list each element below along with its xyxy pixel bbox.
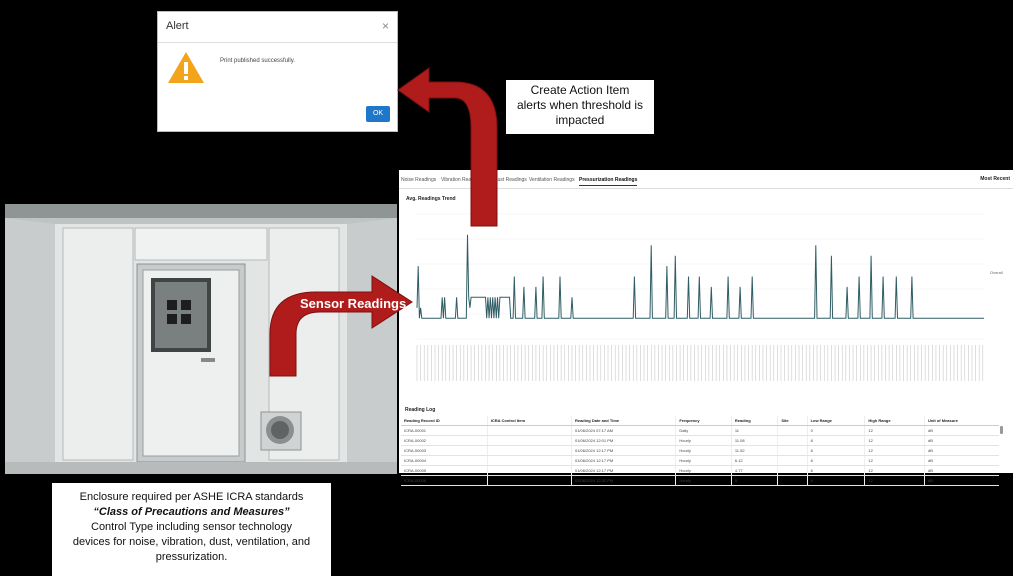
sensor-arrow — [269, 275, 413, 377]
table-cell: 01/06/2024 12:17 PM — [570, 445, 676, 456]
callout-action-items: Create Action Item alerts when threshold… — [506, 80, 654, 134]
table-header-row: Reading Record ID ICRA Control Item Readin… — [401, 416, 999, 426]
table-cell: 01/06/2024 12:17 PM — [570, 455, 676, 466]
table-row[interactable]: ICRA-00002 01/06/2024 12:01 PM Hourly 11.08… — [401, 435, 999, 446]
up-arrow — [397, 67, 498, 227]
table-cell — [486, 445, 572, 456]
table-cell: 6 — [806, 475, 865, 486]
alert-title: Alert — [166, 20, 189, 32]
table-cell — [486, 435, 572, 446]
table-cell: dB — [923, 435, 999, 446]
table-row[interactable]: ICRA-00003 01/06/2024 12:17 PM Hourly 11.52… — [401, 445, 999, 456]
table-cell: dB — [923, 425, 999, 436]
table-cell: 11.08 — [730, 435, 778, 446]
callout-line: “Class of Precautions and Measures” — [93, 506, 290, 518]
table-cell — [486, 475, 572, 486]
table-cell: 6 — [806, 455, 865, 466]
callout-line: impacted — [555, 113, 605, 127]
table-cell: 01/06/2024 12:01 PM — [570, 435, 676, 446]
table-row[interactable]: ICRA-00004 01/06/2024 12:17 PM Hourly 6.12 6… — [401, 455, 999, 466]
column-header[interactable]: High Range — [864, 416, 925, 426]
table-cell — [777, 475, 808, 486]
table-cell: Hourly — [675, 475, 732, 486]
table-cell: 11 — [730, 425, 778, 436]
alert-message: Print published successfully. — [220, 58, 295, 64]
table-cell: 6 — [806, 435, 865, 446]
column-header[interactable]: Reading — [730, 416, 778, 426]
reading-log-table: Reading Record ID ICRA Control Item Readin… — [401, 416, 999, 486]
table-row[interactable]: ICRA-00001 01/06/2024 07:17 AM Daily 11 0 12 d… — [401, 425, 999, 436]
chart-legend: Overall — [990, 270, 1003, 275]
table-cell: 4.77 — [730, 465, 778, 476]
callout-line: Create Action Item — [530, 83, 630, 97]
column-header[interactable]: Reading Record ID — [401, 416, 488, 426]
table-cell: 12 — [864, 435, 925, 446]
table-cell: 12 — [864, 425, 925, 436]
tab-pressurization[interactable]: Pressurization Readings — [579, 177, 638, 186]
table-cell: 01/06/2024 12:17 PM — [570, 465, 676, 476]
table-cell: 11.52 — [730, 445, 778, 456]
table-cell: 6.12 — [730, 455, 778, 466]
table-cell: dB — [923, 455, 999, 466]
table-cell: ICRA-00002 — [401, 435, 488, 446]
table-cell — [777, 445, 808, 456]
trend-chart — [416, 213, 984, 381]
table-cell: Daily — [675, 425, 732, 436]
table-cell — [486, 425, 572, 436]
series-line-overall — [416, 234, 984, 319]
table-cell: Hourly — [675, 435, 732, 446]
callout-line: alerts when threshold is — [516, 98, 644, 112]
table-cell: 01/06/2024 07:17 AM — [570, 425, 676, 436]
table-cell: ICRA-00004 — [401, 455, 488, 466]
table-title: Reading Log — [405, 407, 436, 413]
table-row[interactable]: ICRA-00005 01/06/2024 12:17 PM Hourly 4.77 6… — [401, 465, 999, 476]
alert-header: Alert × — [158, 12, 397, 43]
callout-line: Control Type including sensor technology — [91, 521, 292, 533]
table-row[interactable]: ICRA-00006 01/06/2024 12:32 PM Hourly 5 6 12 d… — [401, 475, 999, 486]
table-cell: dB — [923, 475, 999, 486]
table-cell: 6 — [806, 445, 865, 456]
ok-button[interactable]: OK — [366, 106, 390, 122]
table-cell: Hourly — [675, 465, 732, 476]
column-header[interactable]: Frequency — [675, 416, 732, 426]
table-cell: dB — [923, 445, 999, 456]
table-cell: 5 — [730, 475, 778, 486]
table-cell: 01/06/2024 12:32 PM — [570, 475, 676, 486]
alert-dialog: Alert × Print published successfully. OK — [157, 11, 398, 132]
tab-ventilation[interactable]: Ventilation Readings — [529, 177, 575, 183]
table-cell: ICRA-00005 — [401, 465, 488, 476]
table-cell — [777, 435, 808, 446]
table-cell: dB — [923, 465, 999, 476]
table-cell: Hourly — [675, 455, 732, 466]
table-cell: ICRA-00001 — [401, 425, 488, 436]
recent-menu[interactable]: Most Recent — [980, 176, 1010, 182]
callout-line: Enclosure required per ASHE ICRA standar… — [79, 491, 304, 503]
table-cell — [777, 465, 808, 476]
table-cell: 12 — [864, 455, 925, 466]
table-cell: 0 — [806, 425, 865, 436]
table-cell: 12 — [864, 475, 925, 486]
callout-enclosure: Enclosure required per ASHE ICRA standar… — [52, 483, 331, 576]
column-header[interactable]: Low Range — [806, 416, 865, 426]
warning-icon — [168, 52, 204, 83]
column-header[interactable]: Reading Date and Time — [570, 416, 676, 426]
column-header[interactable]: ICRA Control Item — [486, 416, 572, 426]
table-cell: ICRA-00006 — [401, 475, 488, 486]
scrollbar[interactable] — [1000, 426, 1003, 434]
column-header[interactable]: Site — [777, 416, 808, 426]
table-cell — [777, 425, 808, 436]
column-header[interactable]: Unit of Measure — [923, 416, 999, 426]
table-cell: 12 — [864, 445, 925, 456]
table-cell: ICRA-00003 — [401, 445, 488, 456]
callout-line: pressurization. — [155, 551, 228, 563]
table-cell: Hourly — [675, 445, 732, 456]
table-cell — [486, 465, 572, 476]
table-cell — [777, 455, 808, 466]
table-cell: 6 — [806, 465, 865, 476]
callout-line: devices for noise, vibration, dust, vent… — [72, 536, 311, 548]
close-icon[interactable]: × — [382, 19, 389, 33]
sensor-readings-label: Sensor Readings — [300, 296, 407, 311]
table-cell: 12 — [864, 465, 925, 476]
table-cell — [486, 455, 572, 466]
